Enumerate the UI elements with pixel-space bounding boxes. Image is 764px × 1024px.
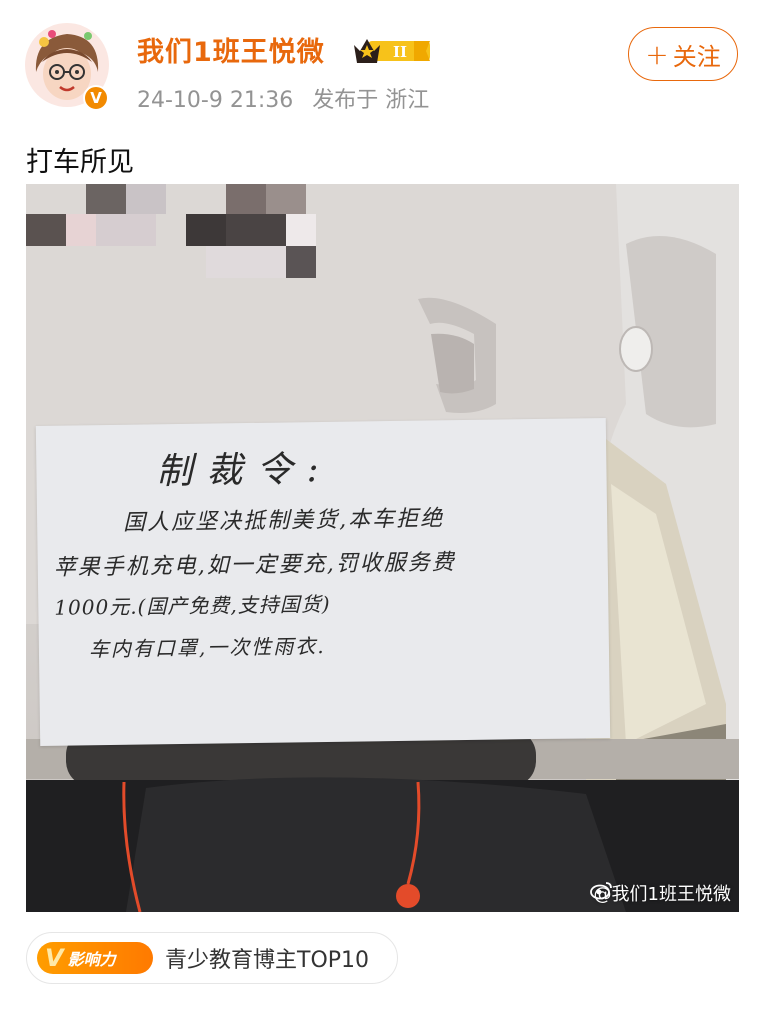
note-title: 制裁令:: [156, 448, 333, 493]
post-photo[interactable]: 制裁令: 国人应坚决抵制美货,本车拒绝 苹果手机充电,如一定要充,罚收服务费 1…: [26, 184, 739, 912]
pixelated-mosaic: [26, 184, 316, 278]
post-location: 发布于 浙江: [312, 88, 430, 113]
influence-icon-letter: V: [45, 944, 64, 972]
influence-badge[interactable]: V 影响力 青少教育博主TOP10: [26, 932, 398, 984]
verified-icon: V: [83, 85, 109, 111]
username[interactable]: 我们1班王悦微: [137, 30, 325, 69]
influence-badge-text: 青少教育博主TOP10: [165, 948, 370, 973]
plus-icon: +: [645, 37, 669, 71]
level-badge-text: II: [393, 43, 407, 61]
note-line: 车内有口罩,一次性雨衣.: [88, 633, 326, 662]
watermark: @我们1班王悦微: [589, 880, 731, 906]
influence-icon-label: 影响力: [67, 950, 116, 969]
watermark-text: @我们1班王悦微: [593, 884, 731, 905]
post-text: 打车所见: [26, 147, 134, 178]
note-line: 国人应坚决抵制美货,本车拒绝: [122, 506, 445, 536]
note-line: 苹果手机充电,如一定要充,罚收服务费: [53, 550, 456, 581]
post-meta: 24-10-9 21:36 发布于 浙江: [137, 82, 429, 114]
handwritten-note: 制裁令: 国人应坚决抵制美货,本车拒绝 苹果手机充电,如一定要充,罚收服务费 1…: [35, 418, 611, 746]
level-badge-icon: II: [352, 33, 434, 71]
influence-icon: V 影响力: [37, 942, 153, 974]
follow-button[interactable]: + 关注: [628, 27, 738, 81]
note-line: 1000元.(国产免费,支持国货): [54, 591, 331, 620]
follow-label: 关注: [672, 42, 721, 71]
post-date: 24-10-9 21:36: [137, 88, 294, 113]
